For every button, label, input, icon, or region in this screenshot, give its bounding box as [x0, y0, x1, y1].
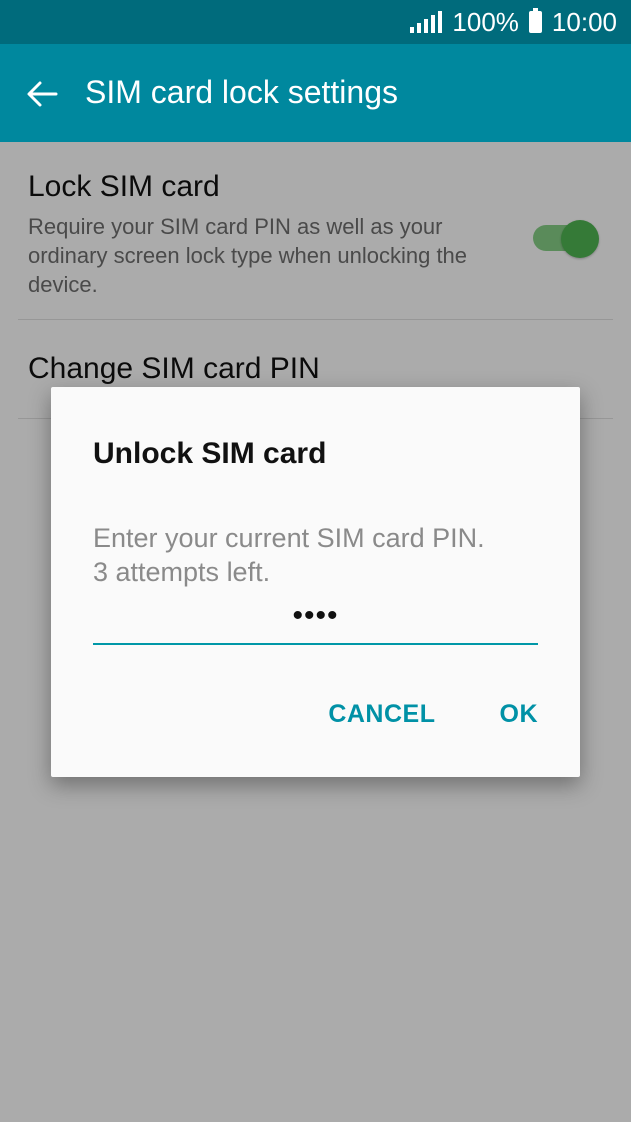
app-bar: SIM card lock settings — [0, 44, 631, 142]
unlock-sim-card-dialog: Unlock SIM card Enter your current SIM c… — [51, 387, 580, 777]
arrow-left-icon[interactable] — [26, 80, 58, 108]
signal-icon — [410, 11, 443, 33]
dialog-message-line2: 3 attempts left. — [93, 557, 271, 587]
cancel-button[interactable]: CANCEL — [328, 700, 435, 729]
dialog-title: Unlock SIM card — [93, 437, 327, 470]
battery-percent: 100% — [452, 6, 519, 37]
battery-icon — [528, 8, 542, 33]
ok-button[interactable]: OK — [500, 700, 539, 729]
clock: 10:00 — [551, 6, 617, 37]
status-bar-right: 100% 10:00 — [410, 0, 617, 44]
page-title: SIM card lock settings — [85, 74, 398, 110]
dialog-actions: CANCEL OK — [328, 700, 538, 729]
dialog-message: Enter your current SIM card PIN. 3 attem… — [93, 521, 543, 589]
sim-pin-value: •••• — [292, 599, 339, 632]
sim-pin-input[interactable]: •••• — [93, 597, 538, 645]
dialog-message-line1: Enter your current SIM card PIN. — [93, 523, 485, 553]
status-bar: 100% 10:00 — [0, 0, 631, 44]
